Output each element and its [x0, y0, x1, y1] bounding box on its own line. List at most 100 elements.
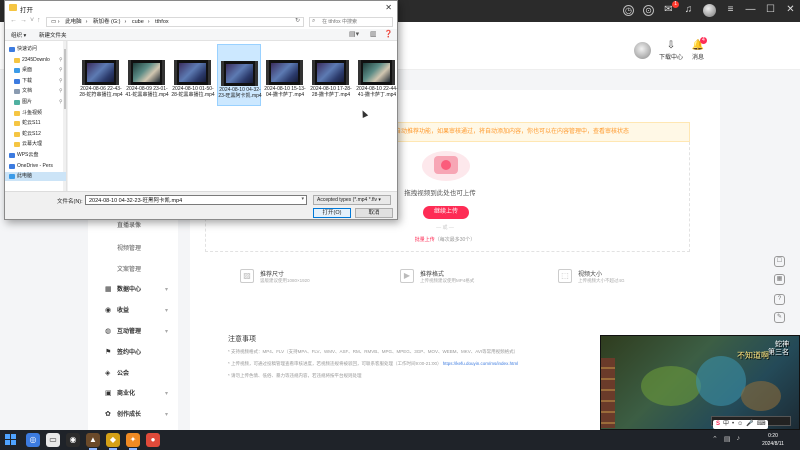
new-folder-button[interactable]: 新建文件夹: [39, 31, 67, 39]
sidebar-item-copy-manage[interactable]: 文案管理: [88, 261, 178, 279]
chevron-down-icon: ▾: [164, 391, 168, 397]
close-icon[interactable]: ✕: [785, 5, 796, 16]
obs-icon[interactable]: ◉: [66, 433, 80, 447]
sidebar-group-data[interactable]: ▦ 数据中心 ▾: [88, 281, 178, 299]
back-icon[interactable]: ←: [10, 17, 17, 24]
file-item[interactable]: 2024-08-06 22-43-28-蛇符串播拉.mp4: [79, 44, 123, 106]
batch-upload-link[interactable]: 批量上传: [415, 237, 435, 243]
breadcrumb-segment[interactable]: 此电脑: [65, 19, 82, 25]
search-icon[interactable]: ◎: [26, 433, 40, 447]
minimize-icon[interactable]: —: [745, 5, 756, 16]
task-view-icon[interactable]: ▭: [46, 433, 60, 447]
nav-item[interactable]: 蛇云S11: [5, 119, 66, 128]
bell-icon[interactable]: ♫: [683, 5, 694, 16]
nav-item[interactable]: 蛇云S12: [5, 130, 66, 139]
game-app-icon[interactable]: ▲: [86, 433, 100, 450]
sidebar-item-video-manage[interactable]: 视频管理: [88, 240, 178, 258]
chat-icon[interactable]: ☐: [774, 256, 785, 267]
menu-icon[interactable]: ≡: [725, 5, 736, 16]
help-link[interactable]: https://kefu.douyin.com/ms/index.html: [443, 361, 518, 366]
ime-toolbar[interactable]: S 中 • ☺ 🎤 ⌨: [713, 420, 769, 429]
dialog-search[interactable]: ⌕: [309, 17, 393, 27]
view-options-icon[interactable]: ▤▾: [349, 30, 359, 38]
chevron-down-icon[interactable]: ▾: [301, 196, 304, 202]
address-bar[interactable]: ▭ › 此电脑 › 新加卷 (G:) › cube › tthfox: [46, 17, 304, 27]
ime-punct[interactable]: •: [732, 420, 734, 429]
up-icon[interactable]: ↑: [37, 17, 41, 24]
coin-icon: ◉: [105, 307, 112, 314]
browser-app-icon[interactable]: ✦: [126, 433, 140, 450]
ime-voice[interactable]: 🎤: [746, 420, 753, 429]
nav-item[interactable]: 文档 ⚲: [5, 87, 66, 96]
file-item[interactable]: 2024-08-10 22-44-41-撒卡萨丁.mp4: [355, 44, 399, 106]
nav-item[interactable]: 云幕大理: [5, 140, 66, 149]
download-center-button[interactable]: ⇩ 下载中心: [656, 40, 686, 61]
help-icon[interactable]: ?: [774, 294, 785, 305]
window-controls: ◷ ⊙ ✉ 1 ♫ ≡ — ☐ ✕: [623, 1, 796, 17]
file-item[interactable]: 2024-08-10 15-13-04-撒卡萨丁.mp4: [263, 44, 307, 106]
ime-emoji[interactable]: ☺: [737, 420, 743, 429]
forward-icon[interactable]: →: [20, 17, 27, 24]
avatar[interactable]: [703, 4, 716, 17]
file-item[interactable]: 2024-08-09 23-01-41-蛇黑串播拉.mp4: [125, 44, 169, 106]
nav-item[interactable]: 桌面 ⚲: [5, 66, 66, 75]
game-water: [696, 356, 746, 406]
breadcrumb-segment[interactable]: tthfox: [155, 19, 168, 25]
nav-item[interactable]: 2345Downlo ⚲: [5, 56, 66, 65]
sidebar-group-interaction[interactable]: ◍ 互动管理 ▾: [88, 323, 178, 341]
ime-mode[interactable]: 中: [723, 420, 729, 429]
ime-keyboard[interactable]: ⌨: [757, 420, 766, 429]
network-icon[interactable]: ▤: [724, 435, 731, 443]
feedback-icon[interactable]: ✎: [774, 312, 785, 323]
chevron-down-icon[interactable]: ˅: [30, 17, 34, 24]
nav-item[interactable]: 下载 ⚲: [5, 77, 66, 86]
image-icon: ▨: [240, 269, 254, 283]
search-input[interactable]: [310, 18, 392, 26]
chevron-up-icon[interactable]: ⌃: [712, 435, 718, 443]
feature-title: 推荐格式: [420, 272, 445, 278]
nav-item[interactable]: WPS云盘: [5, 151, 66, 160]
nav-item[interactable]: 此电脑: [5, 172, 66, 182]
message-icon[interactable]: ✉ 1: [663, 1, 679, 16]
sidebar-group-growth[interactable]: ✿ 创作成长 ▾: [88, 406, 178, 424]
continue-upload-button[interactable]: 继续上传: [423, 206, 469, 219]
help-icon[interactable]: ❓: [384, 30, 393, 38]
file-item[interactable]: 2024-08-10 01-50-28-蛇黑串播拉.mp4: [171, 44, 215, 106]
start-button[interactable]: [5, 434, 16, 445]
organize-button[interactable]: 组织 ▾: [11, 31, 26, 39]
open-button[interactable]: 打开(O): [313, 208, 351, 218]
sidebar-group-income[interactable]: ◉ 收益 ▾: [88, 302, 178, 320]
breadcrumb-segment[interactable]: cube: [132, 19, 144, 25]
media-app-icon[interactable]: ●: [146, 433, 160, 447]
refresh-icon[interactable]: ↻: [295, 17, 300, 24]
volume-icon[interactable]: ♪: [737, 435, 741, 443]
file-item[interactable]: 2024-08-10 04-32-23-旺黑阿卡凯.mp4: [217, 44, 262, 106]
nav-item[interactable]: OneDrive - Pers: [5, 162, 66, 171]
dialog-titlebar[interactable]: 打开 ✕: [5, 1, 397, 15]
grid-icon[interactable]: ▦: [774, 274, 785, 285]
breadcrumb-segment[interactable]: 新加卷 (G:): [93, 19, 121, 25]
preview-pane-icon[interactable]: ▥: [370, 30, 377, 38]
pin-icon[interactable]: ⊙: [643, 5, 654, 16]
header-avatar[interactable]: [634, 42, 651, 59]
sidebar-group-commerce[interactable]: ▣ 商业化 ▾: [88, 385, 178, 403]
filetype-select[interactable]: Accepted types (*.mp4 *.flv ▾: [313, 195, 391, 205]
nav-item[interactable]: 快速访问: [5, 45, 66, 54]
cancel-button[interactable]: 取消: [355, 208, 393, 218]
hero-app-icon[interactable]: ◆: [106, 433, 120, 450]
nav-item[interactable]: 图片 ⚲: [5, 98, 66, 107]
feature-desc: 上传视频建议使用MP4格式: [420, 278, 475, 283]
sidebar-group-guild[interactable]: ◈ 公会: [88, 365, 178, 383]
clock-icon[interactable]: ◷: [623, 5, 634, 16]
sidebar-group-contract[interactable]: ⚑ 签约中心: [88, 344, 178, 362]
close-icon[interactable]: ✕: [385, 3, 392, 12]
notifications-button[interactable]: 🔔 4 消息: [683, 37, 713, 61]
feature-filesize: ⬚ 视频大小 上传视频大小不超过4G: [558, 268, 698, 292]
file-item[interactable]: 2024-08-10 17-28-28-撒卡萨丁.mp4: [309, 44, 353, 106]
filename-input[interactable]: [86, 196, 306, 204]
nav-item[interactable]: 斗鱼视频: [5, 109, 66, 118]
maximize-icon[interactable]: ☐: [765, 5, 776, 16]
clock[interactable]: 0:20 2024/8/11: [752, 432, 794, 448]
nav-item-label: 此电脑: [17, 173, 33, 180]
filename-field[interactable]: ▾: [85, 195, 307, 205]
